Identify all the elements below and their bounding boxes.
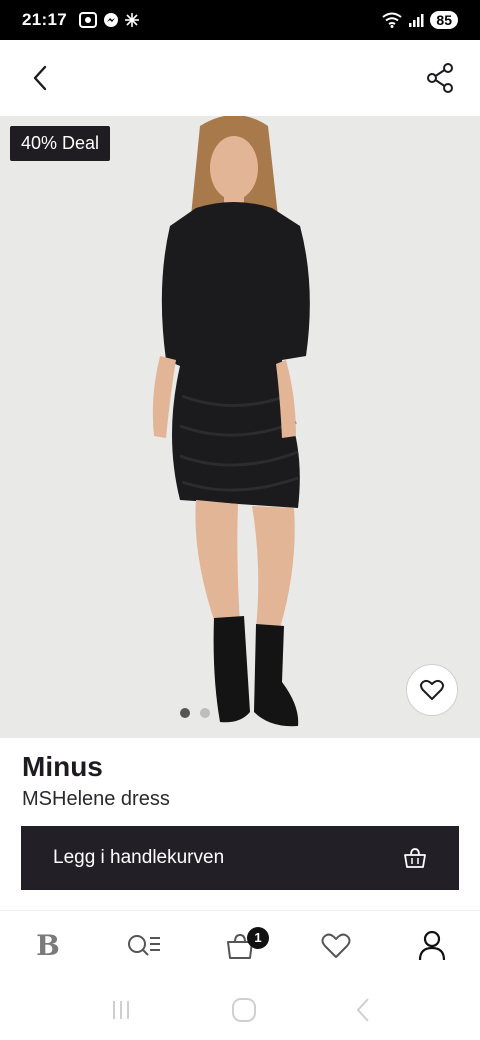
user-icon (418, 930, 446, 960)
status-notification-icons (78, 12, 139, 28)
product-name: MSHelene dress (22, 788, 170, 808)
status-system-icons: 85 (382, 11, 458, 29)
product-brand[interactable]: Minus (22, 748, 458, 786)
recent-apps-icon[interactable] (109, 999, 133, 1021)
favorite-button[interactable] (406, 664, 458, 716)
home-icon[interactable] (231, 997, 257, 1023)
back-button[interactable] (22, 60, 58, 96)
nav-wishlist[interactable] (306, 921, 366, 971)
snowflake-icon (124, 13, 139, 27)
pagination-dot-1[interactable] (180, 708, 190, 718)
nav-search[interactable] (114, 921, 174, 971)
nav-profile[interactable] (402, 921, 462, 971)
bottom-navigation: B 1 (0, 910, 480, 980)
brand-logo: B (36, 929, 60, 962)
add-to-cart-button[interactable]: Legg i handlekurven (21, 826, 459, 890)
heart-icon (321, 933, 351, 958)
back-icon[interactable] (355, 997, 371, 1023)
shopping-bag-icon (404, 848, 426, 868)
product-image-gallery[interactable]: 40% Deal (0, 116, 480, 738)
battery-indicator: 85 (430, 11, 458, 29)
product-image (0, 116, 480, 738)
nav-home[interactable]: B (18, 921, 78, 971)
deal-badge: 40% Deal (10, 126, 111, 161)
pagination-dot-2[interactable] (200, 708, 210, 718)
system-navigation-bar (0, 980, 480, 1040)
share-button[interactable] (422, 60, 458, 96)
image-pagination[interactable] (180, 708, 210, 718)
screenshot-icon (78, 12, 97, 28)
heart-icon (420, 679, 444, 700)
cart-count-badge: 1 (247, 926, 269, 949)
signal-icon (409, 14, 424, 27)
wifi-icon (382, 12, 403, 28)
share-icon (427, 63, 453, 93)
status-time: 21:17 (22, 10, 67, 29)
app-header (0, 40, 480, 116)
status-bar: 21:17 85 (0, 0, 480, 40)
nav-cart[interactable]: 1 (210, 921, 270, 971)
add-to-cart-label: Legg i handlekurven (53, 847, 225, 868)
messenger-icon (103, 13, 118, 27)
back-chevron-icon (33, 65, 47, 91)
search-list-icon (128, 934, 160, 956)
product-info: Minus MSHelene dress (22, 748, 458, 808)
